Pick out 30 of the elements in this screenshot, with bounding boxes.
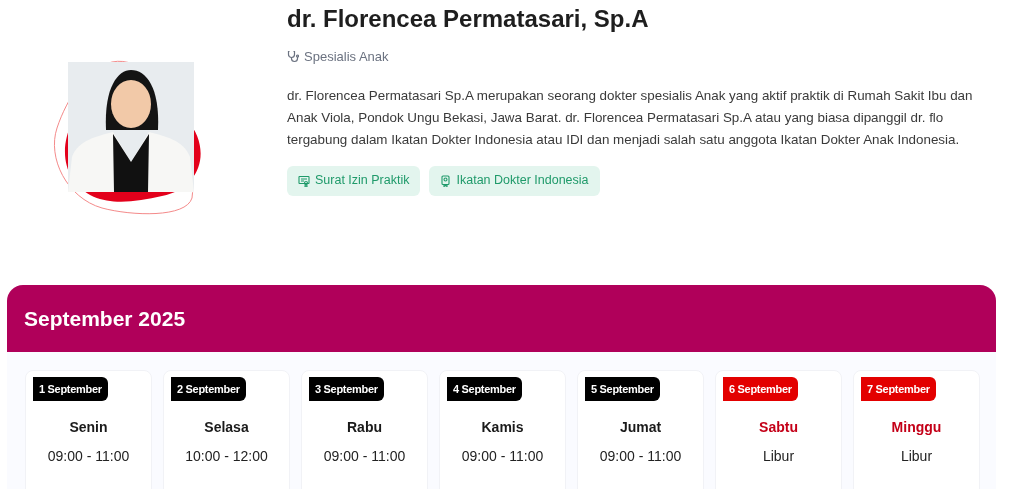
day-name: Sabtu xyxy=(759,418,798,437)
day-name: Jumat xyxy=(619,418,662,437)
month-title: September 2025 xyxy=(24,305,186,332)
practice-hours: Libur xyxy=(762,447,795,466)
credential-badge[interactable]: Surat Izin Praktik xyxy=(287,165,421,196)
id-card-icon xyxy=(440,174,452,187)
doctor-name: dr. Florencea Permatasari, Sp.A xyxy=(287,4,649,34)
date-tag: 5 September xyxy=(585,377,660,401)
certificate-icon xyxy=(298,174,310,187)
practice-hours: Libur xyxy=(900,447,933,466)
specialty-label: Spesialis Anak xyxy=(304,48,389,66)
date-tag: 7 September xyxy=(861,377,936,401)
date-tag: 3 September xyxy=(309,377,384,401)
date-tag: 1 September xyxy=(33,377,108,401)
day-name: Kamis xyxy=(481,418,524,437)
date-tag: 6 September xyxy=(723,377,798,401)
practice-hours: 09:00 - 11:00 xyxy=(599,447,682,466)
doctor-bio: dr. Florencea Permatasari Sp.A merupakan seorang dokter spesialis Anak yang aktif praktik di Rumah Sakit Ibu dan Anak Viola, Pondok Ungu Bekasi, Jawa Barat. dr. Florencea Permatasari Sp.A atau yang biasa dipanggil dr. flo tergabung dalam Ikatan Dokter Indonesia atau IDI dan menjadi salah satu anggota Ikatan Dokter Anak Indonesia. xyxy=(287,86,974,149)
day-name: Senin xyxy=(69,418,108,437)
practice-hours: 09:00 - 11:00 xyxy=(323,447,406,466)
date-tag: 4 September xyxy=(447,377,522,401)
practice-hours: 10:00 - 12:00 xyxy=(185,447,268,466)
day-name: Minggu xyxy=(891,418,942,437)
day-name: Selasa xyxy=(204,418,249,437)
practice-hours: 09:00 - 11:00 xyxy=(47,447,130,466)
date-tag: 2 September xyxy=(171,377,246,401)
practice-hours: 09:00 - 11:00 xyxy=(461,447,544,466)
stethoscope-icon xyxy=(287,50,299,64)
credential-badge[interactable]: Ikatan Dokter Indonesia xyxy=(429,165,600,196)
day-name: Rabu xyxy=(347,418,382,437)
